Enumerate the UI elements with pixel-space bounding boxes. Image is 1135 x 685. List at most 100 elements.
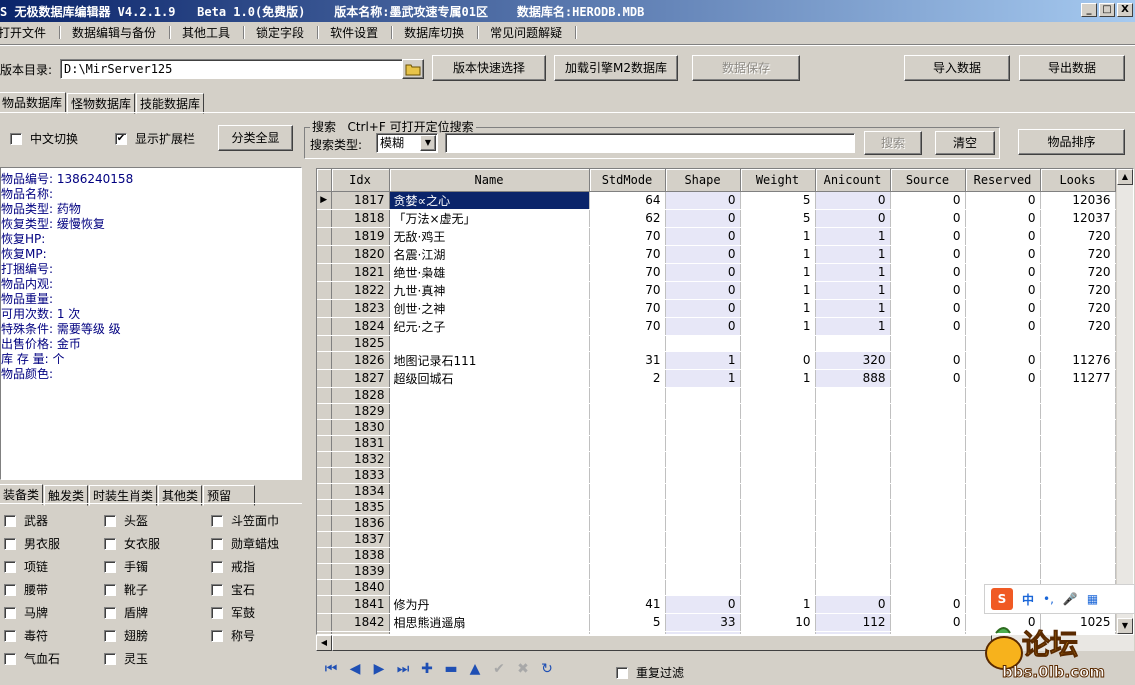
cell-source[interactable] xyxy=(890,547,966,564)
cell-anicount[interactable] xyxy=(815,419,891,436)
cell-looks[interactable]: 11277 xyxy=(1040,369,1116,388)
cell-weight[interactable]: 1 xyxy=(740,245,816,264)
post-record-icon[interactable]: ✔ xyxy=(490,660,508,678)
quick-select-button[interactable]: 版本快速选择 xyxy=(432,55,546,81)
cell-anicount[interactable]: 112 xyxy=(815,613,891,632)
chinese-switch-checkbox[interactable]: 中文切换 xyxy=(10,130,78,147)
cell-shape[interactable]: 0 xyxy=(665,299,741,318)
table-row[interactable]: 1820 名震·江湖 70 0 1 1 0 0 720 xyxy=(317,245,1116,264)
cell-name[interactable]: 纪元·之子 xyxy=(389,317,590,336)
dir-input[interactable]: D:\MirServer125 xyxy=(60,59,403,79)
table-row[interactable]: 1835 xyxy=(317,499,1116,516)
table-row[interactable]: 1834 xyxy=(317,483,1116,500)
cell-shape[interactable] xyxy=(665,435,741,452)
cell-weight[interactable]: 1 xyxy=(740,595,816,614)
cell-source[interactable]: 0 xyxy=(890,227,966,246)
cell-reserved[interactable]: 0 xyxy=(965,299,1041,318)
cell-reserved[interactable] xyxy=(965,403,1041,420)
cell-looks[interactable]: 11276 xyxy=(1040,351,1116,370)
cell-stdmode[interactable] xyxy=(589,467,666,484)
cell-looks[interactable] xyxy=(1040,547,1116,564)
cell-shape[interactable]: 0 xyxy=(665,281,741,300)
cell-weight[interactable]: 1 xyxy=(740,299,816,318)
minimize-button[interactable]: _ xyxy=(1081,3,1097,17)
cell-shape[interactable] xyxy=(665,419,741,436)
cell-shape[interactable] xyxy=(665,451,741,468)
cell-name[interactable]: 创世·之神 xyxy=(389,299,590,318)
cell-anicount[interactable] xyxy=(815,335,891,352)
cell-anicount[interactable] xyxy=(815,435,891,452)
cell-stdmode[interactable]: 70 xyxy=(589,299,666,318)
cell-shape[interactable] xyxy=(665,403,741,420)
show-all-categories-button[interactable]: 分类全显 xyxy=(218,125,293,151)
cell-reserved[interactable]: 0 xyxy=(965,227,1041,246)
cell-shape[interactable]: 0 xyxy=(665,191,741,210)
cell-idx[interactable]: 1839 xyxy=(331,563,390,580)
cell-shape[interactable]: 1 xyxy=(665,369,741,388)
menu-open-file[interactable]: 打开文件 xyxy=(0,24,61,41)
table-row[interactable]: 1824 纪元·之子 70 0 1 1 0 0 720 xyxy=(317,317,1116,336)
scroll-left-icon[interactable]: ◀ xyxy=(316,635,332,651)
cancel-record-icon[interactable]: ✖ xyxy=(514,660,532,678)
search-button[interactable]: 搜索 xyxy=(864,131,922,155)
cell-stdmode[interactable]: 70 xyxy=(589,245,666,264)
cell-anicount[interactable]: 320 xyxy=(815,351,891,370)
cell-source[interactable] xyxy=(890,451,966,468)
cell-reserved[interactable]: 0 xyxy=(965,209,1041,228)
column-header[interactable]: Looks xyxy=(1040,169,1116,192)
cell-stdmode[interactable]: 62 xyxy=(589,209,666,228)
cell-source[interactable] xyxy=(890,387,966,404)
cell-stdmode[interactable] xyxy=(589,483,666,500)
cell-idx[interactable]: 1820 xyxy=(331,245,390,264)
scroll-up-icon[interactable]: ▲ xyxy=(1117,169,1133,185)
cell-anicount[interactable] xyxy=(815,403,891,420)
prior-record-icon[interactable]: ◀ xyxy=(346,660,364,678)
cell-idx[interactable]: 1822 xyxy=(331,281,390,300)
cell-anicount[interactable]: 888 xyxy=(815,369,891,388)
table-row[interactable]: 1823 创世·之神 70 0 1 1 0 0 720 xyxy=(317,299,1116,318)
search-input[interactable] xyxy=(445,133,855,153)
export-data-button[interactable]: 导出数据 xyxy=(1019,55,1125,81)
cell-shape[interactable] xyxy=(665,547,741,564)
cell-shape[interactable] xyxy=(665,531,741,548)
cell-source[interactable] xyxy=(890,531,966,548)
cell-anicount[interactable] xyxy=(815,515,891,532)
menu-db-switch[interactable]: 数据库切换 xyxy=(404,24,479,41)
cell-idx[interactable]: 1832 xyxy=(331,451,390,468)
cell-stdmode[interactable]: 70 xyxy=(589,227,666,246)
category-checkbox[interactable]: 武器 xyxy=(4,512,48,529)
cell-name[interactable]: 名震·江湖 xyxy=(389,245,590,264)
category-checkbox[interactable]: 军鼓 xyxy=(211,604,255,621)
category-checkbox[interactable]: 靴子 xyxy=(104,581,148,598)
column-header[interactable]: Source xyxy=(890,169,966,192)
cell-source[interactable] xyxy=(890,467,966,484)
category-checkbox[interactable]: 男衣服 xyxy=(4,535,60,552)
column-header[interactable]: Name xyxy=(389,169,590,192)
cell-anicount[interactable]: 1 xyxy=(815,227,891,246)
cell-anicount[interactable] xyxy=(815,563,891,580)
column-header[interactable]: Reserved xyxy=(965,169,1041,192)
category-checkbox[interactable]: 毒符 xyxy=(4,627,48,644)
cell-shape[interactable] xyxy=(665,515,741,532)
cell-anicount[interactable] xyxy=(815,387,891,404)
cell-name[interactable] xyxy=(389,403,590,420)
table-row[interactable]: 1818 「万法×虚无」 62 0 5 0 0 0 12037 xyxy=(317,209,1116,228)
category-checkbox[interactable]: 腰带 xyxy=(4,581,48,598)
cell-reserved[interactable]: 0 xyxy=(965,281,1041,300)
clear-button[interactable]: 清空 xyxy=(935,131,995,155)
cell-stdmode[interactable]: 41 xyxy=(589,595,666,614)
cell-idx[interactable]: 1825 xyxy=(331,335,390,352)
cell-name[interactable] xyxy=(389,387,590,404)
cell-looks[interactable] xyxy=(1040,515,1116,532)
category-checkbox[interactable]: 称号 xyxy=(211,627,255,644)
first-record-icon[interactable]: ⏮ xyxy=(322,660,340,678)
cell-source[interactable]: 0 xyxy=(890,263,966,282)
category-checkbox[interactable]: 女衣服 xyxy=(104,535,160,552)
cell-stdmode[interactable]: 2 xyxy=(589,369,666,388)
cell-source[interactable]: 0 xyxy=(890,351,966,370)
cell-looks[interactable] xyxy=(1040,531,1116,548)
cell-anicount[interactable] xyxy=(815,467,891,484)
cell-name[interactable]: 「万法×虚无」 xyxy=(389,209,590,228)
cell-reserved[interactable] xyxy=(965,547,1041,564)
table-row[interactable]: 1832 xyxy=(317,451,1116,468)
